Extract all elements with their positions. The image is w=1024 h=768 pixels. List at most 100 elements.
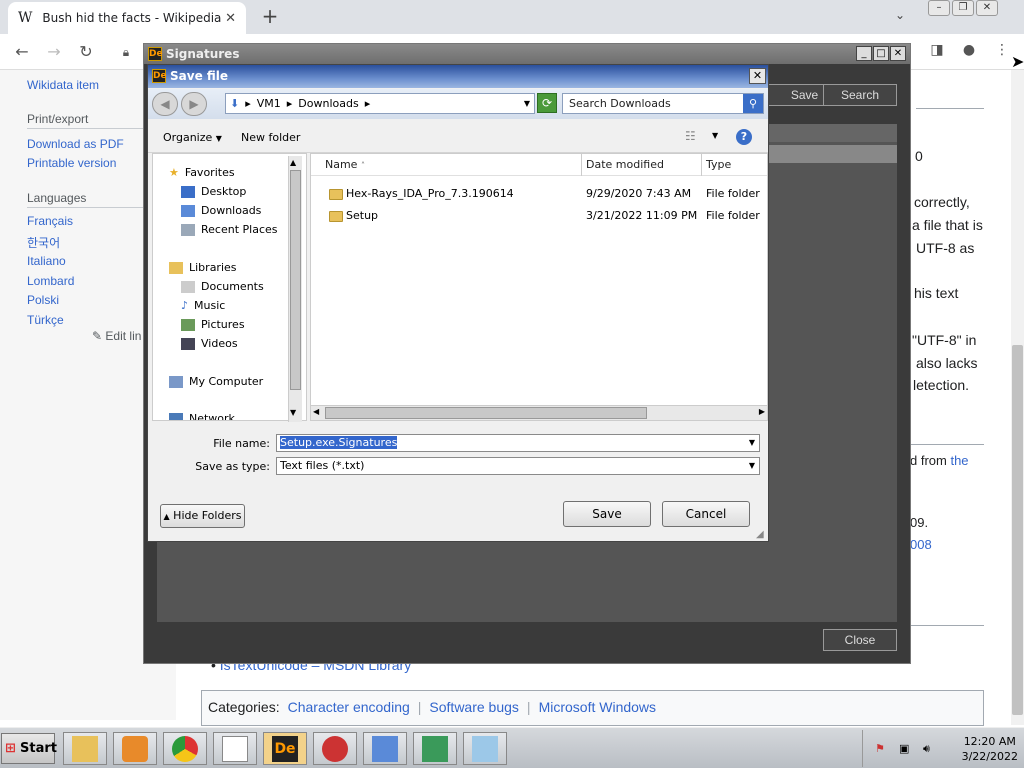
clock[interactable]: 12:20 AM 3/22/2022 (962, 734, 1018, 764)
cancel-button[interactable]: Cancel (662, 501, 750, 527)
help-icon[interactable]: ? (736, 129, 752, 145)
file-row[interactable]: Hex-Rays_IDA_Pro_7.3.190614 9/29/2020 7:… (311, 184, 767, 204)
edit-links-link[interactable]: ✎ Edit lin (92, 329, 141, 343)
category-link[interactable]: Microsoft Windows (539, 699, 656, 717)
nav-videos[interactable]: Videos (181, 337, 238, 350)
language-link[interactable]: Türkçe (27, 313, 64, 327)
organize-button[interactable]: Organize ▼ (163, 131, 222, 144)
breadcrumb-item[interactable]: Downloads (298, 97, 358, 110)
forward-icon[interactable]: → (42, 42, 66, 61)
save-button[interactable]: Save (563, 501, 651, 527)
language-link[interactable]: Italiano (27, 254, 66, 268)
column-separator[interactable] (701, 154, 702, 176)
save-dialog-title-bar[interactable]: De Save file (148, 65, 768, 88)
tab-close-icon[interactable]: ✕ (225, 11, 236, 26)
file-name-field[interactable]: Setup.exe.Signatures ▼ (276, 434, 760, 452)
security-icon[interactable]: ⚑ (875, 742, 885, 755)
chevron-down-icon[interactable]: ▼ (745, 435, 759, 451)
search-icon[interactable]: ⚲ (743, 94, 763, 113)
taskbar-app[interactable] (463, 732, 507, 765)
start-button[interactable]: ⊞ Start (1, 733, 57, 764)
file-row[interactable]: Setup 3/21/2022 11:09 PM File folder (311, 206, 767, 226)
close-icon[interactable]: ✕ (890, 46, 906, 61)
close-window-icon[interactable]: ✕ (976, 0, 998, 16)
file-list-hscrollbar[interactable]: ◀ ▶ (311, 405, 767, 420)
language-link[interactable]: Français (27, 214, 73, 228)
forward-icon[interactable]: ▶ (181, 92, 207, 116)
chevron-right-icon[interactable]: ▸ (287, 97, 293, 110)
category-link[interactable]: Software bugs (429, 699, 519, 717)
save-dialog-close-icon[interactable]: ✕ (749, 68, 766, 84)
taskbar-chrome[interactable] (163, 732, 207, 765)
language-link[interactable]: Lombard (27, 274, 74, 288)
hscrollbar-thumb[interactable] (325, 407, 647, 419)
minimize-icon[interactable]: – (928, 0, 950, 16)
column-date-modified[interactable]: Date modified (586, 158, 664, 171)
nav-my-computer[interactable]: My Computer (169, 375, 263, 388)
wikidata-item-link[interactable]: Wikidata item (27, 78, 99, 92)
nav-pictures[interactable]: Pictures (181, 318, 245, 331)
scroll-right-icon[interactable]: ▶ (759, 407, 765, 416)
page-scrollbar-thumb[interactable] (1012, 345, 1023, 715)
category-link[interactable]: Character encoding (288, 699, 410, 717)
chevron-down-icon[interactable]: ▼ (524, 99, 530, 108)
chevron-down-icon[interactable]: ▼ (712, 131, 718, 140)
taskbar-de-app[interactable]: De (263, 732, 307, 765)
nav-network[interactable]: Network (169, 412, 235, 420)
volume-icon[interactable]: 🔊︎ (923, 742, 930, 756)
taskbar-app[interactable] (413, 732, 457, 765)
nav-libraries[interactable]: Libraries (169, 261, 237, 274)
column-type[interactable]: Type (706, 158, 731, 171)
resize-grip-icon[interactable]: ◢ (756, 529, 764, 540)
signatures-title-bar[interactable]: De Signatures (144, 44, 910, 64)
view-options-icon[interactable]: ☷ (685, 129, 696, 143)
nav-documents[interactable]: Documents (181, 280, 264, 293)
profile-icon[interactable]: ● (957, 42, 981, 58)
taskbar-app[interactable] (313, 732, 357, 765)
taskbar-network-app[interactable] (363, 732, 407, 765)
back-icon[interactable]: ◀ (152, 92, 178, 116)
chevron-down-icon[interactable]: ▼ (745, 458, 759, 474)
breadcrumb[interactable]: ⬇ ▸ VM1 ▸ Downloads ▸ ▼ (225, 93, 535, 114)
save-type-select[interactable]: Text files (*.txt) ▼ (276, 457, 760, 475)
refresh-icon[interactable]: ⟳ (537, 93, 557, 113)
maximize-icon[interactable]: □ (873, 46, 889, 61)
search-input[interactable]: Search Downloads ⚲ (562, 93, 764, 114)
browser-tab[interactable]: W Bush hid the facts - Wikipedia ✕ (8, 2, 246, 34)
column-separator[interactable] (581, 154, 582, 176)
restore-icon[interactable]: ❐ (952, 0, 974, 16)
tab-search-chevron-icon[interactable]: ⌄ (895, 8, 905, 22)
hide-folders-button[interactable]: ▲ Hide Folders (160, 504, 245, 528)
taskbar-explorer[interactable] (63, 732, 107, 765)
printable-version-link[interactable]: Printable version (27, 156, 116, 170)
download-pdf-link[interactable]: Download as PDF (27, 137, 124, 151)
scroll-up-icon[interactable]: ▲ (290, 158, 296, 167)
nav-scrollbar-thumb[interactable] (290, 170, 301, 390)
nav-favorites[interactable]: ★ Favorites (169, 166, 235, 179)
signatures-search-button[interactable]: Search (823, 84, 897, 106)
side-panel-icon[interactable]: ◨ (925, 42, 949, 58)
nav-recent-places[interactable]: Recent Places (181, 223, 278, 236)
new-folder-button[interactable]: New folder (241, 131, 300, 144)
taskbar-media-player[interactable] (113, 732, 157, 765)
signatures-close-button[interactable]: Close (823, 629, 897, 651)
reference-link[interactable]: the (950, 453, 968, 468)
back-icon[interactable]: ← (10, 42, 34, 61)
language-link[interactable]: Polski (27, 293, 59, 307)
breadcrumb-item[interactable]: VM1 (257, 97, 281, 110)
minimize-icon[interactable]: _ (856, 46, 872, 61)
nav-scrollbar[interactable]: ▲ ▼ (288, 156, 302, 422)
nav-downloads[interactable]: Downloads (181, 204, 261, 217)
reload-icon[interactable]: ↻ (74, 42, 98, 61)
lock-icon[interactable]: 🔒︎ (114, 45, 138, 60)
nav-music[interactable]: ♪ Music (181, 299, 225, 312)
chevron-right-icon[interactable]: ▸ (245, 97, 251, 110)
column-name[interactable]: Name ˄ (325, 158, 365, 171)
scroll-left-icon[interactable]: ◀ (313, 407, 319, 416)
taskbar-notepad[interactable] (213, 732, 257, 765)
new-tab-button[interactable]: + (258, 4, 282, 28)
language-link[interactable]: 한국어 (27, 234, 60, 251)
scroll-down-icon[interactable]: ▼ (290, 408, 296, 417)
network-tray-icon[interactable]: ▣ (899, 742, 909, 755)
nav-desktop[interactable]: Desktop (181, 185, 246, 198)
